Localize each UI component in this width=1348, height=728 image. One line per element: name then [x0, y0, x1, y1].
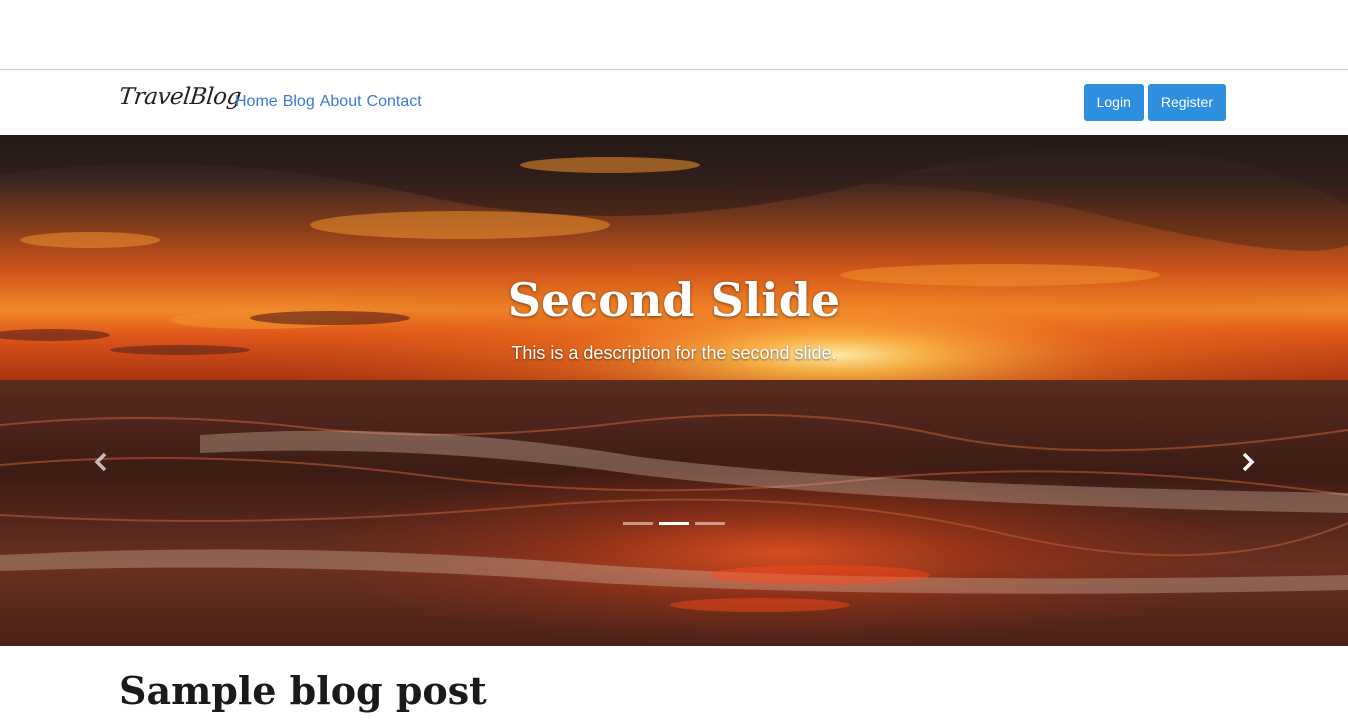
hero-carousel: Second Slide This is a description for t…: [0, 135, 1348, 646]
nav-link-contact[interactable]: Contact: [367, 93, 422, 111]
navbar: TravelBlog Home Blog About Contact Login…: [0, 70, 1348, 134]
chevron-left-icon: [94, 452, 108, 477]
auth-buttons: Login Register: [1083, 84, 1226, 121]
login-button[interactable]: Login: [1083, 84, 1144, 121]
carousel-indicator-1[interactable]: [623, 522, 653, 525]
slide-title: Second Slide: [507, 273, 841, 327]
top-blank-area: [0, 0, 1348, 70]
carousel-indicator-3[interactable]: [695, 522, 725, 525]
nav-links: Home Blog About Contact: [235, 93, 422, 111]
chevron-right-icon: [1241, 452, 1255, 477]
carousel-prev-button[interactable]: [86, 449, 116, 479]
nav-link-blog[interactable]: Blog: [283, 93, 315, 111]
register-button[interactable]: Register: [1147, 84, 1226, 121]
nav-link-about[interactable]: About: [320, 93, 362, 111]
brand-logo[interactable]: TravelBlog: [118, 84, 243, 110]
carousel-indicator-2[interactable]: [659, 522, 689, 525]
nav-link-home[interactable]: Home: [235, 93, 278, 111]
carousel-next-button[interactable]: [1233, 449, 1263, 479]
post-title: Sample blog post: [119, 668, 487, 713]
sunset-beach-image: [0, 135, 1348, 646]
carousel-indicators: [0, 522, 1348, 525]
slide-description: This is a description for the second sli…: [511, 343, 837, 363]
